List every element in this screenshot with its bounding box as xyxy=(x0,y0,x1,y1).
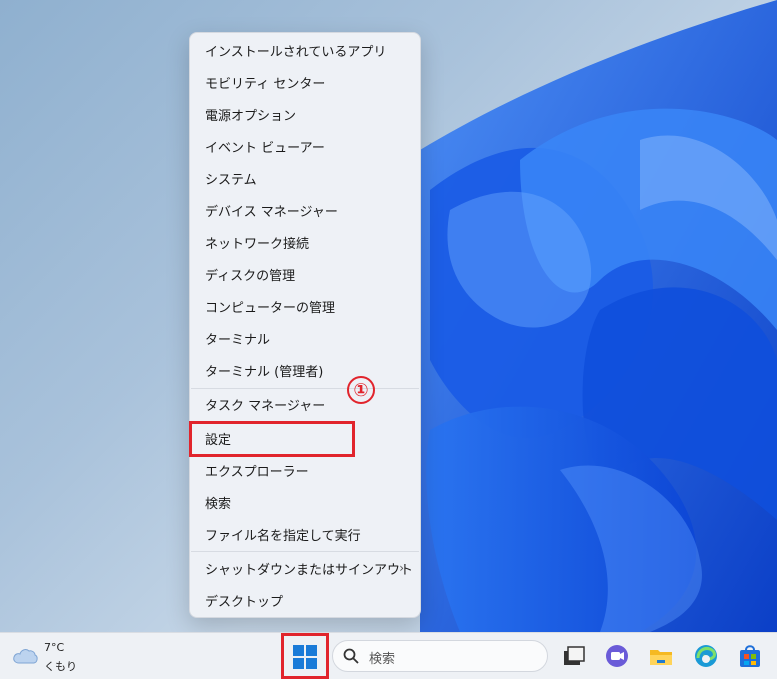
menu-item-device-manager[interactable]: デバイス マネージャー xyxy=(190,194,420,226)
step-marker: ① xyxy=(347,376,375,404)
menu-item-label: イベント ビューアー xyxy=(205,140,325,156)
menu-item-label: ファイル名を指定して実行 xyxy=(205,528,361,544)
menu-item-label: インストールされているアプリ xyxy=(205,44,387,60)
menu-item-label: デバイス マネージャー xyxy=(205,204,338,220)
menu-item-run[interactable]: ファイル名を指定して実行 xyxy=(190,518,420,550)
menu-item-label: デスクトップ xyxy=(205,594,284,610)
menu-item-label: シャットダウンまたはサインアウト xyxy=(205,562,414,578)
menu-item-label: ネットワーク接続 xyxy=(205,236,310,252)
taskbar: 7°C くもり 検索 xyxy=(0,632,777,679)
menu-item-network-connections[interactable]: ネットワーク接続 xyxy=(190,226,420,258)
edge-icon[interactable] xyxy=(692,642,720,670)
menu-item-system[interactable]: システム xyxy=(190,162,420,194)
cloud-icon xyxy=(13,649,38,664)
menu-item-label: タスク マネージャー xyxy=(205,398,326,414)
menu-item-label: コンピューターの管理 xyxy=(205,300,336,316)
menu-item-label: システム xyxy=(205,172,257,188)
menu-item-power-options[interactable]: 電源オプション xyxy=(190,98,420,130)
taskbar-search-box[interactable]: 検索 xyxy=(332,640,548,672)
menu-item-desktop[interactable]: デスクトップ xyxy=(190,584,420,616)
store-icon[interactable] xyxy=(736,642,764,670)
settings-highlight-box xyxy=(189,421,355,457)
menu-item-installed-apps[interactable]: インストールされているアプリ xyxy=(190,34,420,66)
menu-item-shutdown-signout[interactable]: シャットダウンまたはサインアウト › xyxy=(190,552,420,584)
menu-item-label: ディスクの管理 xyxy=(205,268,296,284)
weather-condition: くもり xyxy=(44,660,77,673)
menu-item-label: 電源オプション xyxy=(205,108,297,124)
menu-item-disk-management[interactable]: ディスクの管理 xyxy=(190,258,420,290)
search-icon xyxy=(343,648,359,664)
menu-item-task-manager[interactable]: タスク マネージャー xyxy=(190,388,420,420)
menu-item-event-viewer[interactable]: イベント ビューアー xyxy=(190,130,420,162)
file-explorer-icon[interactable] xyxy=(647,642,675,670)
menu-item-terminal[interactable]: ターミナル xyxy=(190,322,420,354)
chat-icon[interactable] xyxy=(603,642,631,670)
winx-context-menu: インストールされているアプリ モビリティ センター 電源オプション イベント ビ… xyxy=(189,32,421,618)
weather-temperature: 7°C xyxy=(44,641,65,654)
menu-item-label: エクスプローラー xyxy=(205,464,309,480)
task-view-icon[interactable] xyxy=(560,642,588,670)
start-button-highlight-box xyxy=(281,633,329,679)
menu-item-mobility-center[interactable]: モビリティ センター xyxy=(190,66,420,98)
menu-item-terminal-admin[interactable]: ターミナル (管理者) xyxy=(190,354,420,386)
menu-item-label: 検索 xyxy=(205,496,232,512)
menu-item-computer-management[interactable]: コンピューターの管理 xyxy=(190,290,420,322)
menu-item-file-explorer[interactable]: エクスプローラー xyxy=(190,454,420,486)
search-placeholder: 検索 xyxy=(369,652,396,667)
menu-item-label: ターミナル (管理者) xyxy=(205,364,324,380)
weather-widget[interactable]: 7°C くもり xyxy=(10,639,80,675)
menu-item-search[interactable]: 検索 xyxy=(190,486,420,518)
menu-item-label: ターミナル xyxy=(205,332,271,348)
chevron-right-icon: › xyxy=(399,561,404,575)
menu-item-label: モビリティ センター xyxy=(205,76,326,92)
